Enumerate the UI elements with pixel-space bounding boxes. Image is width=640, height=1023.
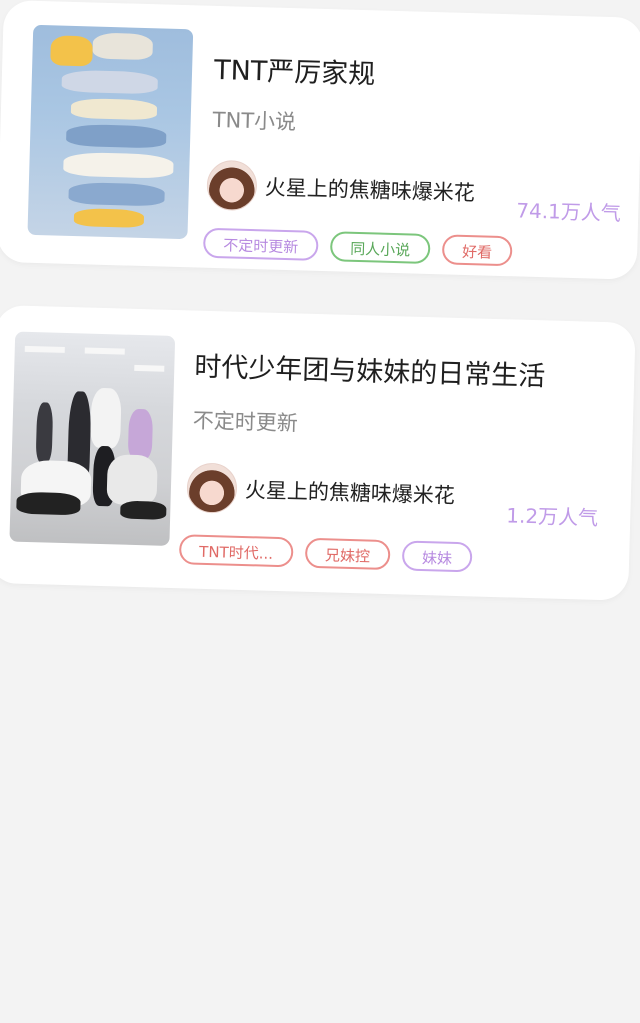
book-subtitle: TNT小说: [212, 107, 297, 135]
author-name[interactable]: 火星上的焦糖味爆米花: [245, 474, 456, 510]
author-avatar[interactable]: [206, 159, 258, 212]
book-feed: TNT严厉家规 TNT小说 火星上的焦糖味爆米花 74.1万人气 不定时更新 同…: [0, 0, 640, 1023]
author-name[interactable]: 火星上的焦糖味爆米花: [264, 171, 476, 207]
author-info[interactable]: 火星上的焦糖味爆米花: [206, 159, 476, 217]
book-title[interactable]: TNT严厉家规: [214, 48, 376, 91]
popularity-count: 74.1万人气: [515, 198, 622, 226]
popularity-count: 1.2万人气: [505, 503, 599, 530]
book-title[interactable]: 时代少年团与妹妹的日常生活: [194, 345, 546, 394]
tag-chip[interactable]: 不定时更新: [202, 227, 319, 261]
tag-chip[interactable]: 妹妹: [401, 540, 473, 573]
book-cover-image[interactable]: [9, 331, 176, 546]
book-card[interactable]: 时代少年团与妹妹的日常生活 不定时更新 火星上的焦糖味爆米花 1.2万人气 TN…: [0, 305, 636, 601]
book-cover-image[interactable]: [27, 24, 194, 240]
tag-chip[interactable]: TNT时代...: [178, 534, 294, 568]
author-info[interactable]: 火星上的焦糖味爆米花: [186, 462, 455, 519]
tag-list: TNT时代... 兄妹控 妹妹: [178, 534, 473, 573]
tag-chip[interactable]: 好看: [441, 234, 513, 267]
tag-chip[interactable]: 兄妹控: [304, 537, 391, 571]
tag-list: 不定时更新 同人小说 好看: [202, 227, 513, 267]
tag-chip[interactable]: 同人小说: [329, 231, 431, 264]
book-card[interactable]: TNT严厉家规 TNT小说 火星上的焦糖味爆米花 74.1万人气 不定时更新 同…: [0, 0, 640, 280]
author-avatar[interactable]: [186, 462, 238, 514]
book-subtitle: 不定时更新: [192, 408, 299, 436]
